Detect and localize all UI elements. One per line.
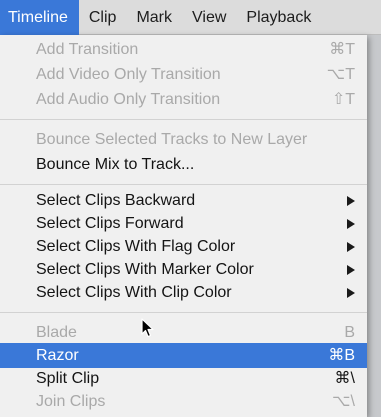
menu-item-shortcut: ⌘T	[329, 41, 355, 58]
menu-item-label: Split Clip	[36, 370, 100, 387]
menu-item-select-clips-forward[interactable]: Select Clips Forward	[0, 211, 367, 236]
submenu-arrow-icon	[347, 288, 355, 298]
menu-separator	[0, 312, 367, 313]
menu-item-label: Select Clips With Marker Color	[36, 261, 254, 278]
menu-item-shortcut: ⌥T	[326, 66, 355, 83]
menu-item-add-transition[interactable]: Add Transition ⌘T	[0, 37, 367, 62]
menubar-clip[interactable]: Clip	[79, 0, 127, 35]
menu-item-bounce-selected-tracks[interactable]: Bounce Selected Tracks to New Layer	[0, 127, 367, 152]
menu-item-label: Blade	[36, 324, 77, 341]
menu-item-select-clips-backward[interactable]: Select Clips Backward	[0, 188, 367, 213]
menu-item-label: Select Clips With Clip Color	[36, 284, 232, 301]
submenu-arrow-icon	[347, 265, 355, 275]
menu-item-shortcut: B	[344, 324, 355, 341]
menu-item-shortcut: ⇧T	[331, 91, 355, 108]
menu-item-label: Join Clips	[36, 393, 106, 410]
menu-item-label: Bounce Mix to Track...	[36, 156, 195, 173]
menu-item-select-clips-flag-color[interactable]: Select Clips With Flag Color	[0, 234, 367, 259]
timeline-dropdown-menu: Add Transition ⌘T Add Video Only Transit…	[0, 35, 367, 417]
menubar-view[interactable]: View	[182, 0, 236, 35]
menu-item-label: Select Clips With Flag Color	[36, 238, 236, 255]
menubar-playback[interactable]: Playback	[236, 0, 321, 35]
menu-item-label: Select Clips Forward	[36, 215, 184, 232]
submenu-arrow-icon	[347, 219, 355, 229]
menu-item-label: Select Clips Backward	[36, 192, 196, 209]
menu-item-label: Bounce Selected Tracks to New Layer	[36, 131, 308, 148]
menu-item-split-clip[interactable]: Split Clip ⌘\	[0, 366, 367, 391]
menu-item-label: Add Video Only Transition	[36, 66, 221, 83]
menu-item-select-clips-clip-color[interactable]: Select Clips With Clip Color	[0, 280, 367, 305]
menu-item-shortcut: ⌥\	[332, 393, 355, 410]
menu-item-shortcut: ⌘B	[328, 347, 355, 364]
menu-item-join-clips[interactable]: Join Clips ⌥\	[0, 389, 367, 414]
mouse-pointer-icon	[141, 318, 154, 338]
menu-separator	[0, 119, 367, 120]
menubar-mark[interactable]: Mark	[126, 0, 182, 35]
menu-separator	[0, 184, 367, 185]
menu-item-blade[interactable]: Blade B	[0, 320, 367, 345]
submenu-arrow-icon	[347, 196, 355, 206]
menu-item-razor[interactable]: Razor ⌘B	[0, 343, 367, 368]
menu-item-shortcut: ⌘\	[334, 370, 355, 387]
submenu-arrow-icon	[347, 242, 355, 252]
menu-item-select-clips-marker-color[interactable]: Select Clips With Marker Color	[0, 257, 367, 282]
menu-item-add-audio-only-transition[interactable]: Add Audio Only Transition ⇧T	[0, 87, 367, 112]
menu-item-bounce-mix-to-track[interactable]: Bounce Mix to Track...	[0, 152, 367, 177]
menu-item-add-video-only-transition[interactable]: Add Video Only Transition ⌥T	[0, 62, 367, 87]
menubar-timeline[interactable]: Timeline	[0, 0, 79, 35]
menu-item-label: Add Audio Only Transition	[36, 91, 221, 108]
menu-bar: Timeline Clip Mark View Playback	[0, 0, 381, 35]
menu-item-label: Razor	[36, 347, 79, 364]
menu-item-label: Add Transition	[36, 41, 139, 58]
